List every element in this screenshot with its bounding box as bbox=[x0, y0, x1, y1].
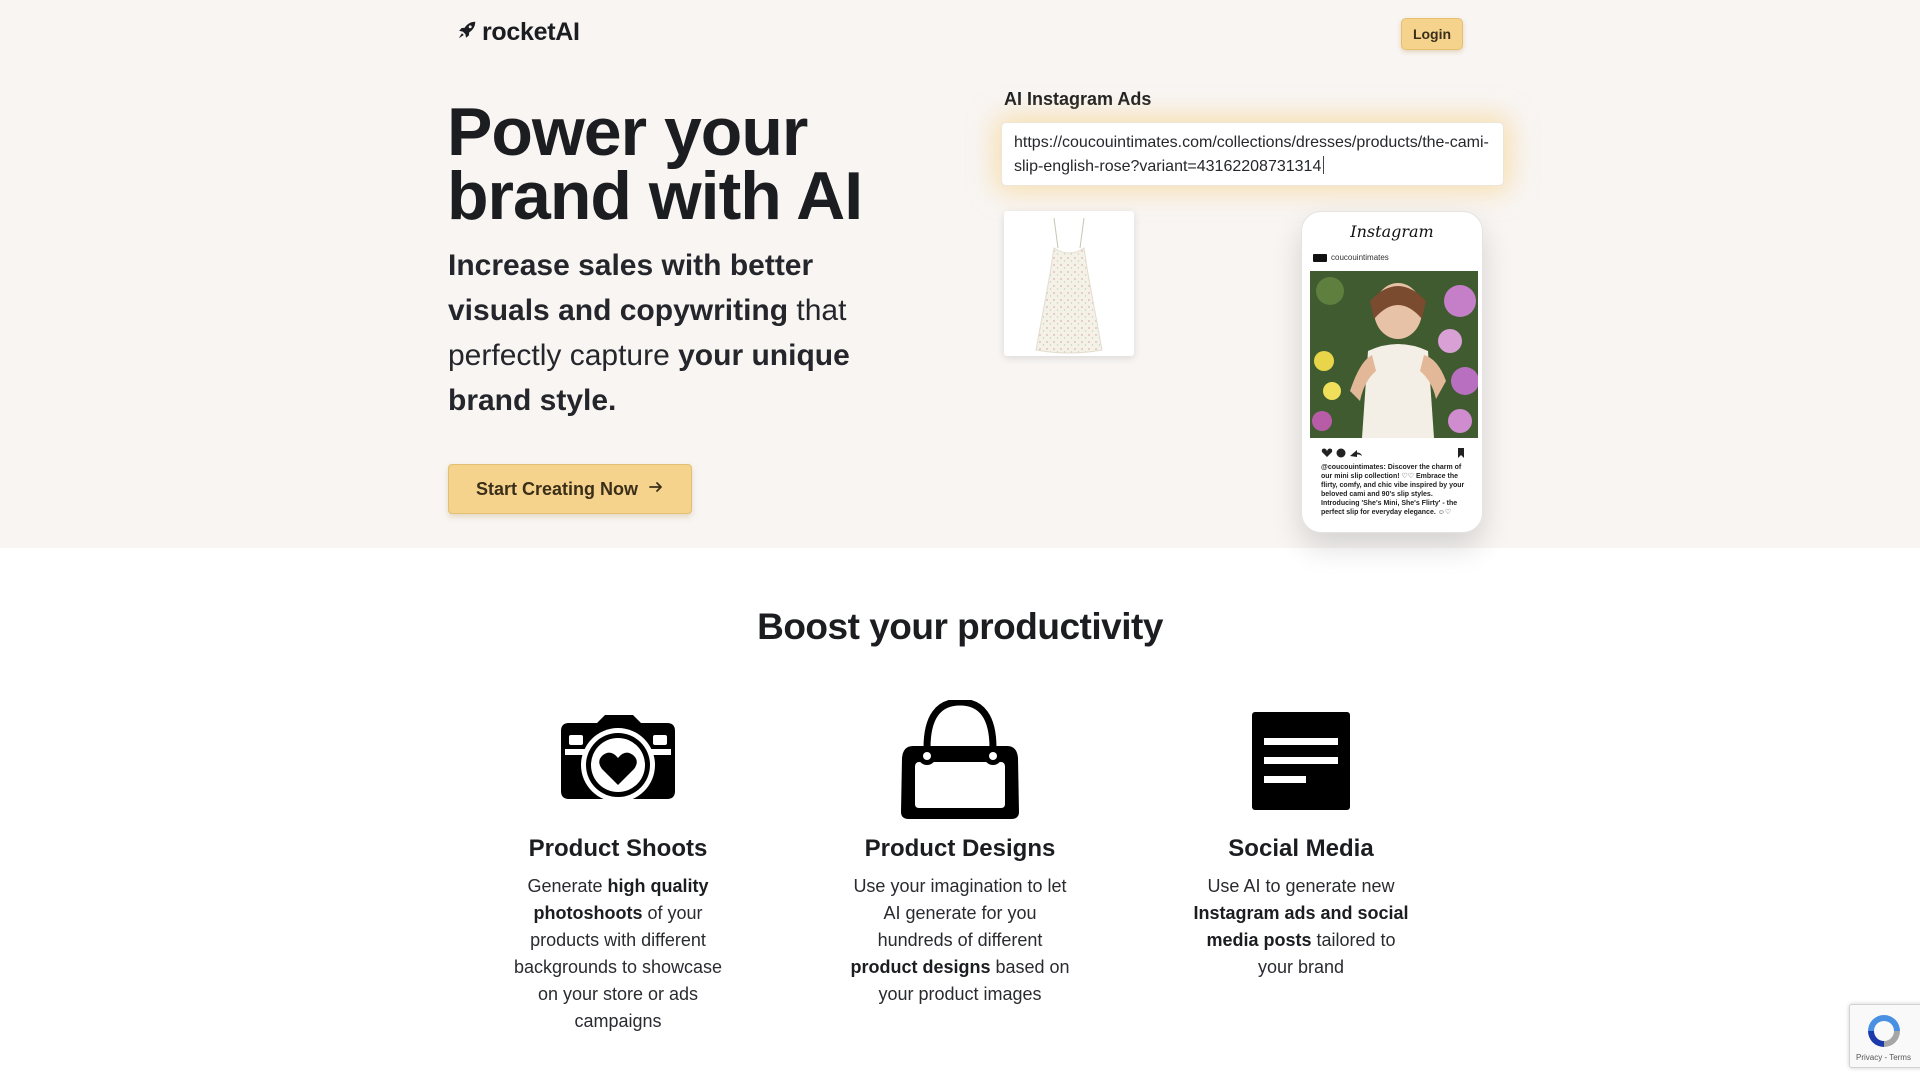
handbag-icon bbox=[850, 700, 1070, 822]
instagram-logo: Instagram bbox=[1350, 222, 1434, 241]
feature-social-media: Social Media Use AI to generate new Inst… bbox=[1191, 700, 1411, 981]
article-icon bbox=[1191, 700, 1411, 822]
feature-text-part: Generate bbox=[527, 876, 608, 896]
rocket-icon bbox=[456, 19, 478, 46]
feature-title: Product Shoots bbox=[528, 835, 708, 862]
hero-title: Power your brand with AI bbox=[447, 94, 863, 234]
feature-text-part: Use AI to generate new bbox=[1207, 876, 1395, 896]
instagram-username: coucouintimates bbox=[1331, 253, 1389, 262]
hero-section: rocketAI Login Power your brand with AI … bbox=[0, 0, 1920, 548]
instagram-caption: @coucouintimates: Discover the charm of … bbox=[1321, 464, 1465, 516]
start-creating-button[interactable]: Start Creating Now bbox=[448, 464, 692, 514]
product-url-input[interactable]: https://coucouintimates.com/collections/… bbox=[1001, 122, 1504, 186]
instagram-post-image bbox=[1310, 271, 1478, 438]
product-image bbox=[1004, 211, 1134, 356]
feature-description: Generate high quality photoshoots of you… bbox=[508, 873, 728, 1035]
hero-subtitle-strong-1: Increase sales with better visuals and c… bbox=[448, 249, 814, 327]
feature-title: Social Media bbox=[1228, 835, 1374, 862]
feature-description: Use your imagination to let AI generate … bbox=[850, 873, 1070, 1008]
section-title: Boost your productivity bbox=[757, 606, 1163, 647]
feature-text-part: Use your imagination to let AI generate … bbox=[853, 876, 1067, 950]
feature-product-designs: Product Designs Use your imagination to … bbox=[850, 700, 1070, 1008]
recaptcha-icon bbox=[1864, 1011, 1904, 1053]
instagram-user: coucouintimates bbox=[1313, 253, 1389, 262]
camera-heart-icon bbox=[508, 700, 728, 822]
text-caret bbox=[1323, 156, 1325, 174]
logo[interactable]: rocketAI bbox=[456, 18, 580, 47]
recaptcha-terms[interactable]: Privacy - Terms bbox=[1856, 1053, 1911, 1062]
slip-dress-image bbox=[1035, 217, 1103, 353]
hero-subtitle: Increase sales with better visuals and c… bbox=[448, 243, 908, 423]
product-url-value: https://coucouintimates.com/collections/… bbox=[1014, 134, 1489, 175]
recaptcha-badge[interactable]: Privacy - Terms bbox=[1849, 1004, 1920, 1068]
avatar bbox=[1313, 253, 1327, 262]
demo-label: AI Instagram Ads bbox=[1004, 89, 1152, 109]
feature-description: Use AI to generate new Instagram ads and… bbox=[1191, 873, 1411, 981]
instagram-preview: Instagram coucouintimates @coucouintimat… bbox=[1301, 211, 1483, 533]
logo-text: rocketAI bbox=[482, 18, 580, 46]
feature-title: Product Designs bbox=[864, 835, 1056, 862]
feature-text-strong: product designs bbox=[850, 957, 991, 977]
start-creating-label: Start Creating Now bbox=[475, 478, 639, 499]
login-button[interactable]: Login bbox=[1401, 18, 1463, 50]
instagram-actions bbox=[1321, 448, 1464, 458]
arrow-right-icon bbox=[648, 479, 664, 500]
feature-product-shoots: Product Shoots Generate high quality pho… bbox=[508, 700, 728, 1035]
